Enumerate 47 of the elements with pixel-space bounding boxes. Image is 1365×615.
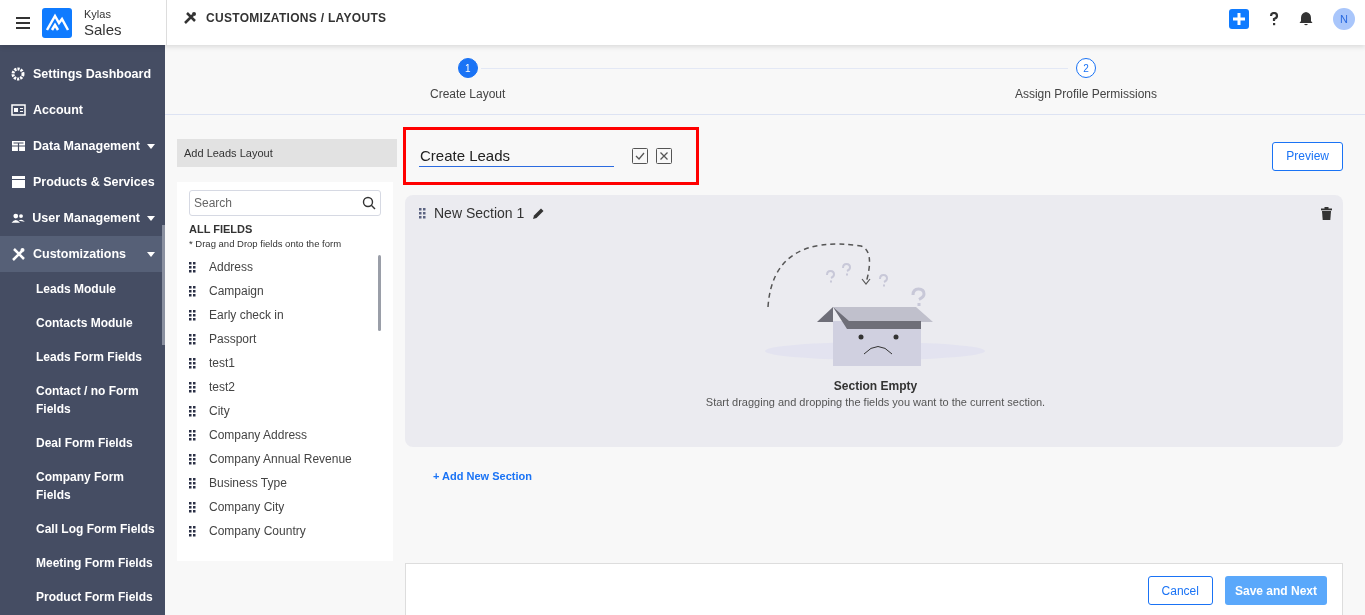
sidebar-subitem[interactable]: Leads Form Fields — [0, 340, 165, 374]
wizard-step[interactable]: 2 Assign Profile Permissions — [1014, 58, 1157, 114]
search-field[interactable]: Search — [189, 190, 381, 216]
sidebar-item[interactable]: Settings Dashboard — [0, 56, 165, 92]
field-item[interactable]: Address — [189, 255, 381, 279]
sidebar-subitem[interactable]: Product Form Fields — [0, 580, 165, 614]
step-number: 1 — [457, 58, 478, 78]
wizard-step[interactable]: 1 Create Layout — [430, 58, 506, 114]
sidebar-subitem[interactable]: Contact / no Form Fields — [0, 374, 165, 426]
section-title: New Section 1 — [434, 205, 525, 221]
sidebar-item[interactable]: Customizations — [0, 236, 165, 272]
field-item[interactable]: Company Country — [189, 519, 381, 543]
sidebar-subitem[interactable]: Contacts Module — [0, 306, 165, 340]
sidebar-subitem[interactable]: Company Form Fields — [0, 460, 165, 512]
layout-name-field[interactable]: Create Leads — [419, 145, 614, 167]
cancel-button[interactable]: Cancel — [1147, 576, 1213, 605]
field-item[interactable]: test1 — [189, 351, 381, 375]
step-label: Create Layout — [430, 87, 506, 101]
field-item[interactable]: Company City — [189, 495, 381, 519]
field-item[interactable]: test2 — [189, 375, 381, 399]
field-item[interactable]: Early check in — [189, 303, 381, 327]
sidebar-item[interactable]: Products & Services — [0, 164, 165, 200]
preview-button[interactable]: Preview — [1272, 141, 1343, 171]
logo-text: Sales — [84, 21, 122, 37]
step-label: Assign Profile Permissions — [1014, 87, 1157, 101]
add-section-link[interactable]: + Add New Section — [433, 470, 532, 482]
hint-text: * Drag and Drop fields onto the form — [189, 238, 343, 249]
section-heading: ALL FIELDS — [189, 223, 254, 235]
field-item[interactable]: Company Annual Revenue — [189, 447, 381, 471]
field-item[interactable]: Campaign — [189, 279, 381, 303]
sidebar-subitem[interactable]: Call Log Form Fields — [0, 512, 165, 546]
sidebar-item[interactable]: Account — [0, 92, 165, 128]
empty-text: Start dragging and dropping the fields you want to the current section. — [705, 396, 1046, 408]
page-title: CUSTOMIZATIONS / LAYOUTS — [206, 11, 387, 25]
logo-text: Kylas — [84, 8, 112, 20]
sidebar-item[interactable]: Data Management — [0, 128, 165, 164]
field-item[interactable]: Passport — [189, 327, 381, 351]
empty-title: Section Empty — [833, 379, 918, 393]
sidebar-subitem[interactable]: Deal Form Fields — [0, 426, 165, 460]
panel-title: Add Leads Layout — [177, 139, 397, 167]
field-item[interactable]: Company Address — [189, 423, 381, 447]
step-number: 2 — [1075, 58, 1096, 78]
sidebar-item[interactable]: User Management — [0, 200, 165, 236]
sidebar-subitem[interactable]: Leads Module — [0, 272, 165, 306]
field-item[interactable]: City — [189, 399, 381, 423]
field-item[interactable]: Business Type — [189, 471, 381, 495]
sidebar-subitem[interactable]: Meeting Form Fields — [0, 546, 165, 580]
